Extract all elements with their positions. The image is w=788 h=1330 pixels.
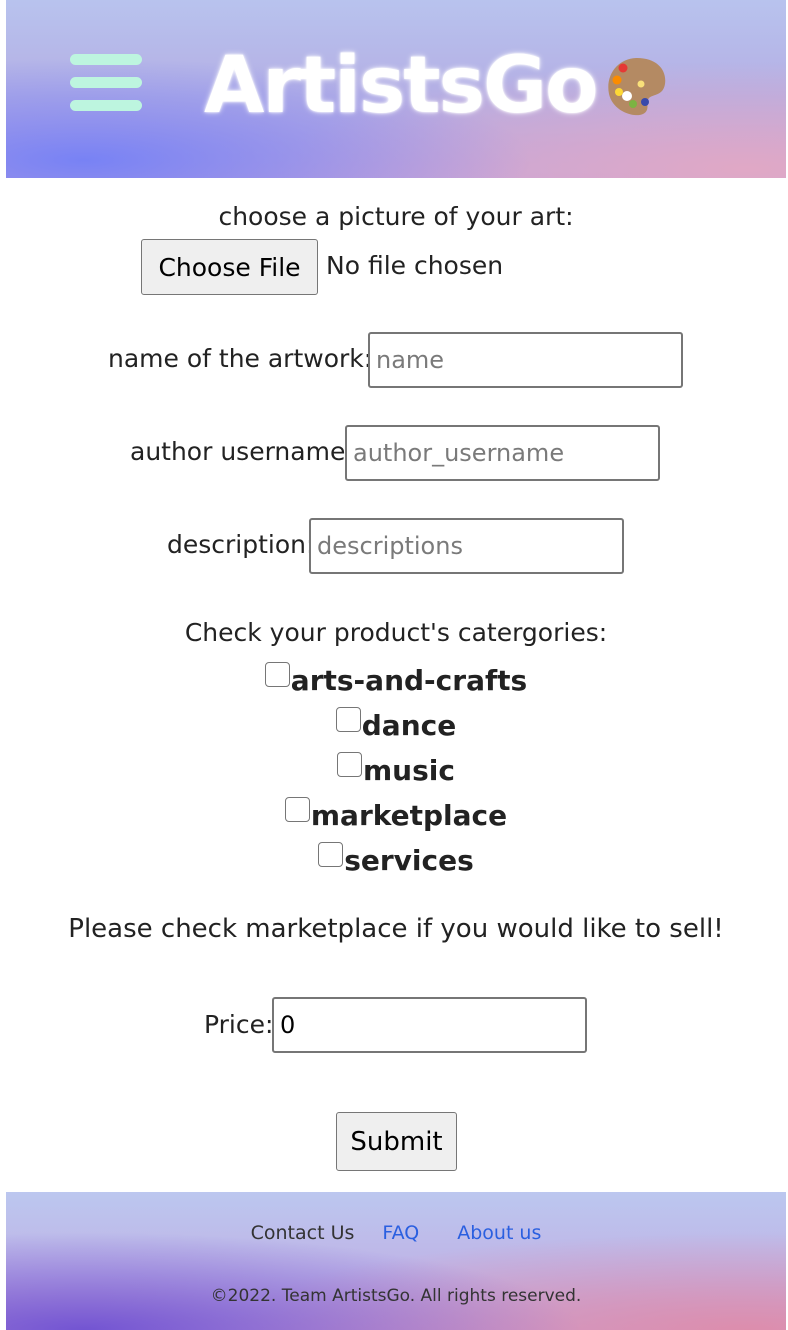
dance-checkbox[interactable] — [335, 706, 361, 732]
category-row-marketplace: marketplace — [6, 795, 786, 835]
category-label: dance — [361, 708, 457, 742]
file-status: No file chosen — [326, 251, 504, 280]
marketplace-checkbox[interactable] — [284, 796, 310, 822]
picture-label: choose a picture of your art: — [218, 202, 574, 231]
category-label: services — [344, 843, 474, 877]
faq-link[interactable]: FAQ — [382, 1222, 419, 1244]
services-checkbox[interactable] — [318, 841, 344, 867]
menu-bar-middle — [70, 77, 142, 88]
category-row-music: music — [6, 750, 786, 790]
site-logo[interactable]: ArtistsGo — [204, 36, 669, 136]
menu-bar-bottom — [70, 100, 142, 111]
category-label: arts-and-crafts — [290, 663, 528, 697]
footer-links: Contact Us FAQ About us — [6, 1222, 786, 1244]
author-username-input[interactable] — [345, 425, 660, 481]
sell-hint: Please check marketplace if you would li… — [68, 914, 724, 944]
about-us-link[interactable]: About us — [457, 1222, 541, 1244]
submit-button[interactable]: Submit — [336, 1112, 457, 1171]
choose-file-button[interactable]: Choose File — [141, 239, 318, 295]
category-label: music — [363, 753, 455, 787]
category-label: marketplace — [310, 798, 508, 832]
artwork-name-label: name of the artwork: — [108, 344, 373, 373]
price-input[interactable] — [272, 997, 587, 1053]
category-row-dance: dance — [6, 705, 786, 745]
music-checkbox[interactable] — [337, 751, 362, 777]
contact-us-link[interactable]: Contact Us — [251, 1222, 355, 1244]
description-label: description: — [167, 530, 315, 559]
artwork-name-input[interactable] — [368, 332, 683, 388]
category-row-services: services — [6, 840, 786, 880]
logo-text: ArtistsGo — [204, 41, 599, 131]
price-label: Price: — [204, 1010, 274, 1039]
upload-form: choose a picture of your art: Choose Fil… — [6, 178, 786, 1192]
arts-and-crafts-checkbox[interactable] — [264, 661, 290, 687]
categories-heading: Check your product's catergories: — [184, 618, 608, 647]
description-input[interactable] — [309, 518, 624, 574]
copyright-text: ©2022. Team ArtistsGo. All rights reserv… — [210, 1286, 582, 1306]
author-username-label: author username: — [130, 437, 354, 466]
site-header: ArtistsGo — [6, 0, 786, 178]
site-footer: Contact Us FAQ About us ©2022. Team Arti… — [6, 1192, 786, 1330]
page-frame: ArtistsGo choose a picture of your art: … — [6, 0, 786, 1330]
paint-palette-icon — [607, 58, 665, 116]
menu-bar-top — [70, 54, 142, 65]
category-row-arts-and-crafts: arts-and-crafts — [6, 660, 786, 700]
hamburger-menu-icon[interactable] — [70, 52, 142, 116]
